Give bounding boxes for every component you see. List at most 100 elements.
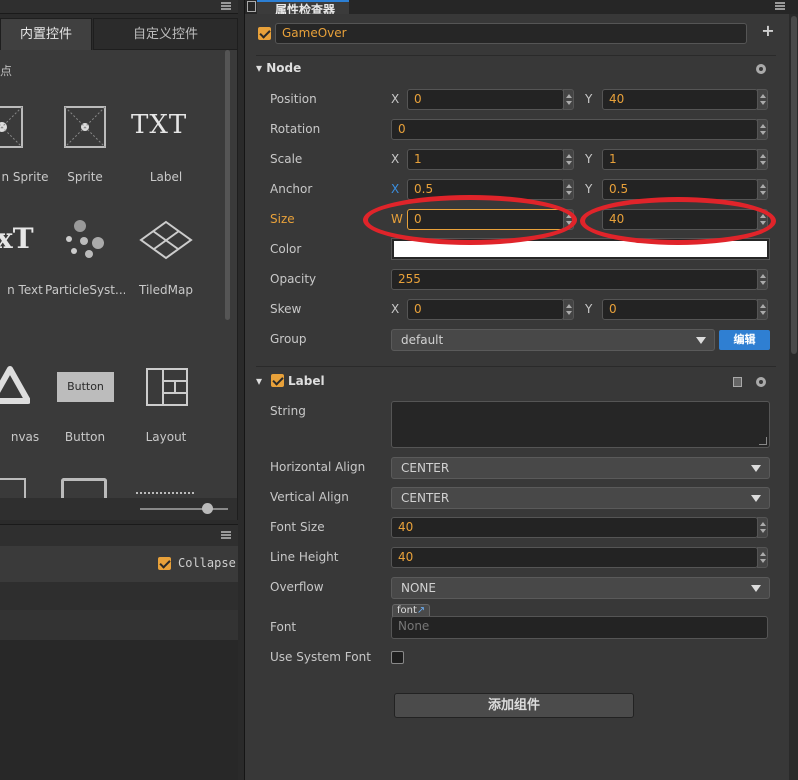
opacity-input[interactable]: 255 [391,269,758,290]
position-x-input[interactable]: 0 [407,89,564,110]
group-edit-button[interactable]: 编辑 [719,330,770,350]
skew-y-stepper[interactable] [757,299,768,320]
zoom-slider-knob[interactable] [202,503,213,514]
anchor-x-input[interactable]: 0.5 [407,179,564,200]
label-enabled-checkbox[interactable] [271,374,284,387]
anchor-x-stepper[interactable] [563,179,574,200]
resize-handle-icon[interactable] [759,437,767,445]
tab-inspector[interactable]: 属性检查器 [257,0,349,17]
color-swatch[interactable] [394,241,767,257]
vertical-align-select[interactable]: CENTER [391,487,770,509]
help-doc-icon[interactable] [733,377,742,387]
scale-x-input[interactable]: 1 [407,149,564,170]
rotation-stepper[interactable] [757,119,768,140]
inspector-scrollbar-thumb[interactable] [791,16,797,354]
chevron-down-icon [751,465,761,472]
richtext-icon[interactable]: xT [0,222,34,255]
label-txt-icon[interactable]: TXT [131,110,187,140]
scale-x-stepper[interactable] [563,149,574,170]
pageview-icon[interactable] [61,478,107,498]
tab-builtin-widgets[interactable]: 内置控件 [0,18,92,50]
vertical-align-value: CENTER [401,491,450,505]
node-settings-gear-icon[interactable] [756,64,766,74]
axis-label-y: Y [585,92,593,106]
prop-label-use-system-font: Use System Font [270,650,371,664]
library-item-label: ParticleSyst... [45,283,125,297]
menu-icon[interactable] [775,2,785,10]
sprite-icon[interactable] [63,105,107,149]
size-width-input[interactable]: 0 [407,209,564,230]
scale-y-input[interactable]: 1 [602,149,758,170]
position-y-stepper[interactable] [757,89,768,110]
tab-custom-widgets[interactable]: 自定义控件 [93,18,238,50]
opacity-stepper[interactable] [757,269,768,290]
tiledmap-icon[interactable] [139,220,193,260]
layout-icon[interactable] [145,367,189,407]
prop-label-anchor: Anchor [270,182,313,196]
node-name-input[interactable]: GameOver [275,23,747,44]
size-height-input[interactable]: 40 [602,209,758,230]
font-size-input[interactable]: 40 [391,517,758,538]
position-x-stepper[interactable] [563,89,574,110]
font-tag-label: font [397,605,417,616]
console-row [0,582,238,610]
rotation-input[interactable]: 0 [391,119,758,140]
prop-label-font: Font [270,620,297,634]
axis-label-x: X [391,182,400,196]
prop-label-opacity: Opacity [270,272,317,286]
sprite-splash-icon[interactable] [0,105,24,149]
node-section-header[interactable]: ▾ Node [256,61,301,75]
section-divider [256,366,776,367]
library-item-label: TiledMap [139,283,193,297]
size-height-stepper[interactable] [757,209,768,230]
position-y-input[interactable]: 40 [602,89,758,110]
library-section-label: 点 [0,64,13,78]
line-height-input[interactable]: 40 [391,547,758,568]
group-select-value: default [401,333,444,347]
canvas-icon[interactable] [0,365,31,405]
skew-x-input[interactable]: 0 [407,299,564,320]
label-section-header[interactable]: ▾ [256,374,262,388]
chevron-down-icon [751,585,761,592]
font-asset-field[interactable]: None [391,616,768,639]
axis-label-x: X [391,92,400,106]
add-component-button[interactable]: 添加组件 [394,693,634,718]
button-icon[interactable]: Button [57,372,114,402]
library-scrollbar[interactable] [225,50,230,320]
collapse-checkbox[interactable] [158,557,171,570]
font-size-stepper[interactable] [757,517,768,538]
skew-y-input[interactable]: 0 [602,299,758,320]
prop-label-horizontal-align: Horizontal Align [270,460,366,474]
axis-label-w: W [391,212,403,226]
label-section-title: Label [288,374,325,388]
scrollview-icon[interactable] [0,478,26,498]
axis-label-y: Y [585,152,593,166]
console-log-area [0,640,238,780]
size-width-stepper[interactable] [563,209,574,230]
console-row [0,610,238,640]
axis-label-x: X [391,302,400,316]
anchor-y-input[interactable]: 0.5 [602,179,758,200]
color-picker[interactable] [391,238,770,260]
inspector-tab-bar: 属性检查器 [245,0,798,17]
scale-y-stepper[interactable] [757,149,768,170]
library-item-label: Button [64,430,106,444]
skew-x-stepper[interactable] [563,299,574,320]
node-active-checkbox[interactable] [258,27,271,40]
horizontal-align-select[interactable]: CENTER [391,457,770,479]
use-system-font-checkbox[interactable] [391,651,404,664]
add-node-plus-icon[interactable]: + [761,23,775,39]
string-textarea[interactable] [391,401,770,448]
library-item-label: Label [149,170,183,184]
line-height-stepper[interactable] [757,547,768,568]
anchor-y-stepper[interactable] [757,179,768,200]
menu-icon[interactable] [221,2,231,10]
group-select[interactable]: default [391,329,715,351]
label-settings-gear-icon[interactable] [756,377,766,387]
overflow-select[interactable]: NONE [391,577,770,599]
chevron-down-icon [696,337,706,344]
zoom-slider-track[interactable] [140,508,228,510]
menu-icon[interactable] [221,531,231,539]
prop-label-rotation: Rotation [270,122,321,136]
particle-icon[interactable] [60,218,110,262]
